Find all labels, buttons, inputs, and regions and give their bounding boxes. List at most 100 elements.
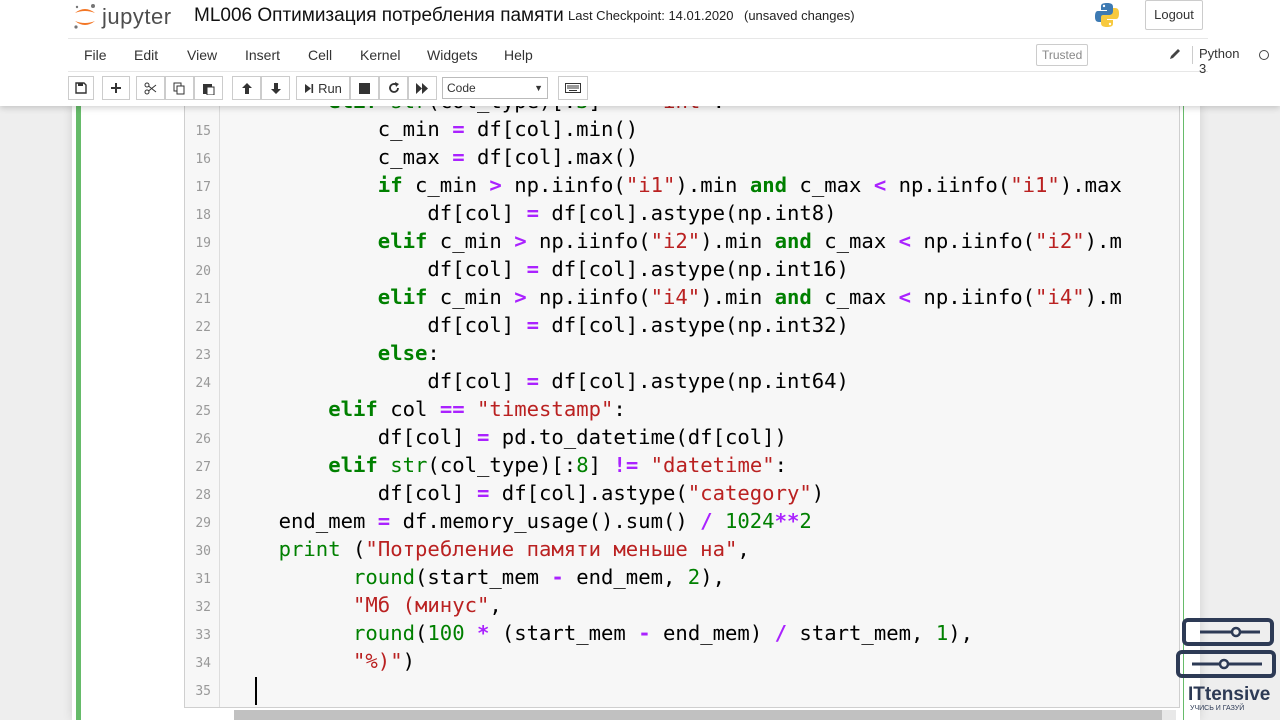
move-down-button[interactable] xyxy=(261,76,290,100)
chevron-down-icon: ▼ xyxy=(534,83,543,93)
move-up-button[interactable] xyxy=(232,76,261,100)
code-text: else: xyxy=(377,341,440,365)
cell-type-select[interactable]: Code ▼ xyxy=(442,77,548,99)
code-text: df[col] = df[col].astype(np.int16) xyxy=(229,257,849,281)
arrow-down-icon xyxy=(270,82,281,94)
menu-help[interactable]: Help xyxy=(504,47,533,63)
insert-cell-button[interactable] xyxy=(102,76,130,100)
code-text: c_min = df[col].min() xyxy=(229,117,639,141)
code-text: df[col] = df[col].astype(np.int32) xyxy=(229,313,849,337)
code-line: 18 df[col] = df[col].astype(np.int8) xyxy=(185,200,1175,228)
command-palette-button[interactable] xyxy=(558,76,588,100)
cell-type-value: Code xyxy=(447,81,476,95)
line-number: 20 xyxy=(195,264,211,279)
refresh-icon xyxy=(388,82,399,93)
code-text: df[col] = df[col].astype("category") xyxy=(229,481,825,505)
code-text: "Мб (минус", xyxy=(353,593,502,617)
code-line: 29 end_mem = df.memory_usage().sum() / 1… xyxy=(185,508,1175,536)
code-text: round(start_mem - end_mem, 2), xyxy=(353,565,726,589)
code-line: 28 df[col] = df[col].astype("category") xyxy=(185,480,1175,508)
code-text: round(100 * (start_mem - end_mem) / star… xyxy=(353,621,974,645)
code-line: 23 else: xyxy=(185,340,1175,368)
line-number: 34 xyxy=(195,656,211,671)
stop-icon xyxy=(359,82,370,94)
code-line: 30 print ("Потребление памяти меньше на"… xyxy=(185,536,1175,564)
code-line: 15 c_min = df[col].min() xyxy=(185,116,1175,144)
step-forward-icon xyxy=(305,83,314,93)
code-text: print ("Потребление памяти меньше на", xyxy=(278,537,750,561)
code-line: 27 elif str(col_type)[:8] != "datetime": xyxy=(185,452,1175,480)
notebook-header: jupyter ML006 Оптимизация потребления па… xyxy=(0,0,1280,106)
line-number: 23 xyxy=(195,348,211,363)
fast-forward-icon xyxy=(416,82,428,94)
menu-file[interactable]: File xyxy=(84,47,107,63)
line-number: 28 xyxy=(195,488,211,503)
interrupt-kernel-button[interactable] xyxy=(350,76,379,100)
code-line: 33 round(100 * (start_mem - end_mem) / s… xyxy=(185,620,1175,648)
save-button[interactable] xyxy=(68,76,94,100)
line-number: 16 xyxy=(195,152,211,167)
logout-button[interactable]: Logout xyxy=(1145,0,1203,30)
menu-view[interactable]: View xyxy=(187,47,217,63)
code-text: if c_min > np.iinfo("i1").min and c_max … xyxy=(377,173,1122,197)
code-text: c_max = df[col].max() xyxy=(229,145,639,169)
line-number: 18 xyxy=(195,208,211,223)
code-line: 26 df[col] = pd.to_datetime(df[col]) xyxy=(185,424,1175,452)
python-logo-icon xyxy=(1095,3,1119,27)
code-text: elif col == "timestamp": xyxy=(328,397,626,421)
code-line: 16 c_max = df[col].max() xyxy=(185,144,1175,172)
cut-button[interactable] xyxy=(136,76,165,100)
line-number: 22 xyxy=(195,320,211,335)
line-number: 25 xyxy=(195,404,211,419)
code-text: df[col] = df[col].astype(np.int64) xyxy=(229,369,849,393)
line-number: 27 xyxy=(195,460,211,475)
copy-icon xyxy=(173,82,185,94)
line-number: 15 xyxy=(195,124,211,139)
pencil-icon[interactable] xyxy=(1168,47,1182,61)
jupyter-logo[interactable]: jupyter xyxy=(72,2,172,32)
code-line: 17 if c_min > np.iinfo("i1").min and c_m… xyxy=(185,172,1175,200)
line-number: 32 xyxy=(195,600,211,615)
notebook-name[interactable]: ML006 Оптимизация потребления памяти xyxy=(194,5,564,27)
code-line: 31 round(start_mem - end_mem, 2), xyxy=(185,564,1175,592)
paste-icon xyxy=(203,83,215,95)
restart-run-all-button[interactable] xyxy=(408,76,437,100)
arrow-up-icon xyxy=(241,82,252,94)
code-text: "%)") xyxy=(353,649,416,673)
code-line: 34 "%)") xyxy=(185,648,1175,676)
menubar: File Edit View Insert Cell Kernel Widget… xyxy=(68,38,1269,76)
menu-kernel[interactable]: Kernel xyxy=(360,47,400,63)
jupyter-logo-icon xyxy=(74,4,95,29)
menu-widgets[interactable]: Widgets xyxy=(427,47,478,63)
line-number: 29 xyxy=(195,516,211,531)
horizontal-scrollbar-thumb[interactable] xyxy=(234,710,1162,720)
line-number: 30 xyxy=(195,544,211,559)
keyboard-icon xyxy=(565,83,581,93)
last-checkpoint: Last Checkpoint: 14.01.2020 xyxy=(568,8,734,23)
menu-insert[interactable]: Insert xyxy=(245,47,280,63)
run-button[interactable]: Run xyxy=(296,76,350,100)
code-editor[interactable]: elif str(col_type)[:3] == "int": 15 c_mi… xyxy=(184,100,1180,708)
menu-cell[interactable]: Cell xyxy=(308,47,332,63)
line-number: 19 xyxy=(195,236,211,251)
autosave-status: (unsaved changes) xyxy=(744,8,855,23)
code-text: elif c_min > np.iinfo("i4").min and c_ma… xyxy=(377,285,1122,309)
code-line: 21 elif c_min > np.iinfo("i4").min and c… xyxy=(185,284,1175,312)
save-icon xyxy=(75,82,87,94)
trusted-indicator[interactable]: Trusted xyxy=(1036,44,1089,66)
kernel-idle-indicator xyxy=(1259,50,1269,60)
code-line: 25 elif col == "timestamp": xyxy=(185,396,1175,424)
line-number: 26 xyxy=(195,432,211,447)
kernel-name[interactable]: Python 3 xyxy=(1192,46,1239,76)
paste-button[interactable] xyxy=(194,76,223,100)
line-number: 24 xyxy=(195,376,211,391)
code-text: elif str(col_type)[:8] != "datetime": xyxy=(328,453,788,477)
restart-kernel-button[interactable] xyxy=(379,76,408,100)
ittensive-brand: ITtensive xyxy=(1188,684,1271,705)
menu-edit[interactable]: Edit xyxy=(134,47,158,63)
code-line: 24 df[col] = df[col].astype(np.int64) xyxy=(185,368,1175,396)
line-number: 21 xyxy=(195,292,211,307)
copy-button[interactable] xyxy=(165,76,194,100)
scissors-icon xyxy=(144,82,157,94)
code-line: 35 xyxy=(185,676,1175,704)
